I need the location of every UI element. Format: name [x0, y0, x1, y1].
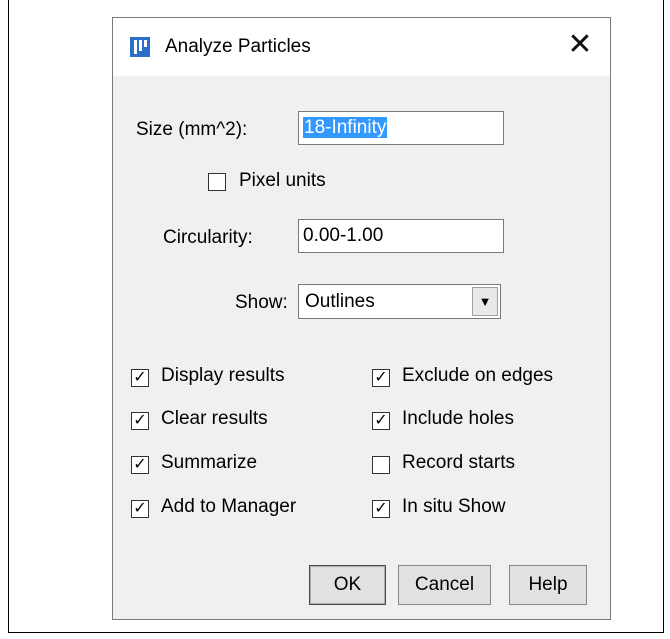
include-holes-label: Include holes	[402, 408, 514, 429]
add-to-manager-label: Add to Manager	[161, 496, 297, 517]
record-starts-checkbox[interactable]	[372, 456, 390, 474]
record-starts-label: Record starts	[402, 452, 515, 473]
add-to-manager-checkbox[interactable]: ✓	[131, 500, 149, 518]
display-results-checkbox[interactable]: ✓	[131, 369, 149, 387]
include-holes-checkbox[interactable]: ✓	[372, 412, 390, 430]
summarize-label: Summarize	[161, 452, 258, 473]
show-value: Outlines	[305, 291, 375, 312]
clear-results-label: Clear results	[161, 408, 268, 429]
chevron-down-icon[interactable]: ▼	[472, 287, 498, 316]
close-icon[interactable]: ✕	[562, 28, 598, 64]
circularity-label: Circularity:	[163, 227, 253, 248]
size-input[interactable]: 18-Infinity	[298, 111, 504, 145]
summarize-checkbox[interactable]: ✓	[131, 456, 149, 474]
exclude-on-edges-checkbox[interactable]: ✓	[372, 369, 390, 387]
in-situ-show-label: In situ Show	[402, 496, 506, 517]
circularity-value: 0.00-1.00	[303, 225, 384, 246]
analyze-particles-dialog: Analyze Particles ✕ Size (mm^2): 18-Infi…	[112, 17, 611, 620]
pixel-units-checkbox[interactable]	[208, 173, 226, 191]
circularity-input[interactable]: 0.00-1.00	[298, 219, 504, 253]
ok-button[interactable]: OK	[309, 565, 386, 605]
imagej-icon	[130, 37, 150, 57]
pixel-units-label: Pixel units	[239, 170, 326, 191]
show-dropdown[interactable]: Outlines ▼	[298, 284, 501, 319]
exclude-on-edges-label: Exclude on edges	[402, 365, 554, 386]
clear-results-checkbox[interactable]: ✓	[131, 412, 149, 430]
title-bar[interactable]: Analyze Particles ✕	[113, 18, 610, 76]
show-label: Show:	[235, 292, 288, 313]
size-label: Size (mm^2):	[136, 119, 248, 140]
dialog-title: Analyze Particles	[165, 36, 311, 57]
help-button[interactable]: Help	[509, 565, 587, 605]
size-value: 18-Infinity	[303, 117, 388, 138]
cancel-button[interactable]: Cancel	[398, 565, 491, 605]
display-results-label: Display results	[161, 365, 285, 386]
in-situ-show-checkbox[interactable]: ✓	[372, 500, 390, 518]
